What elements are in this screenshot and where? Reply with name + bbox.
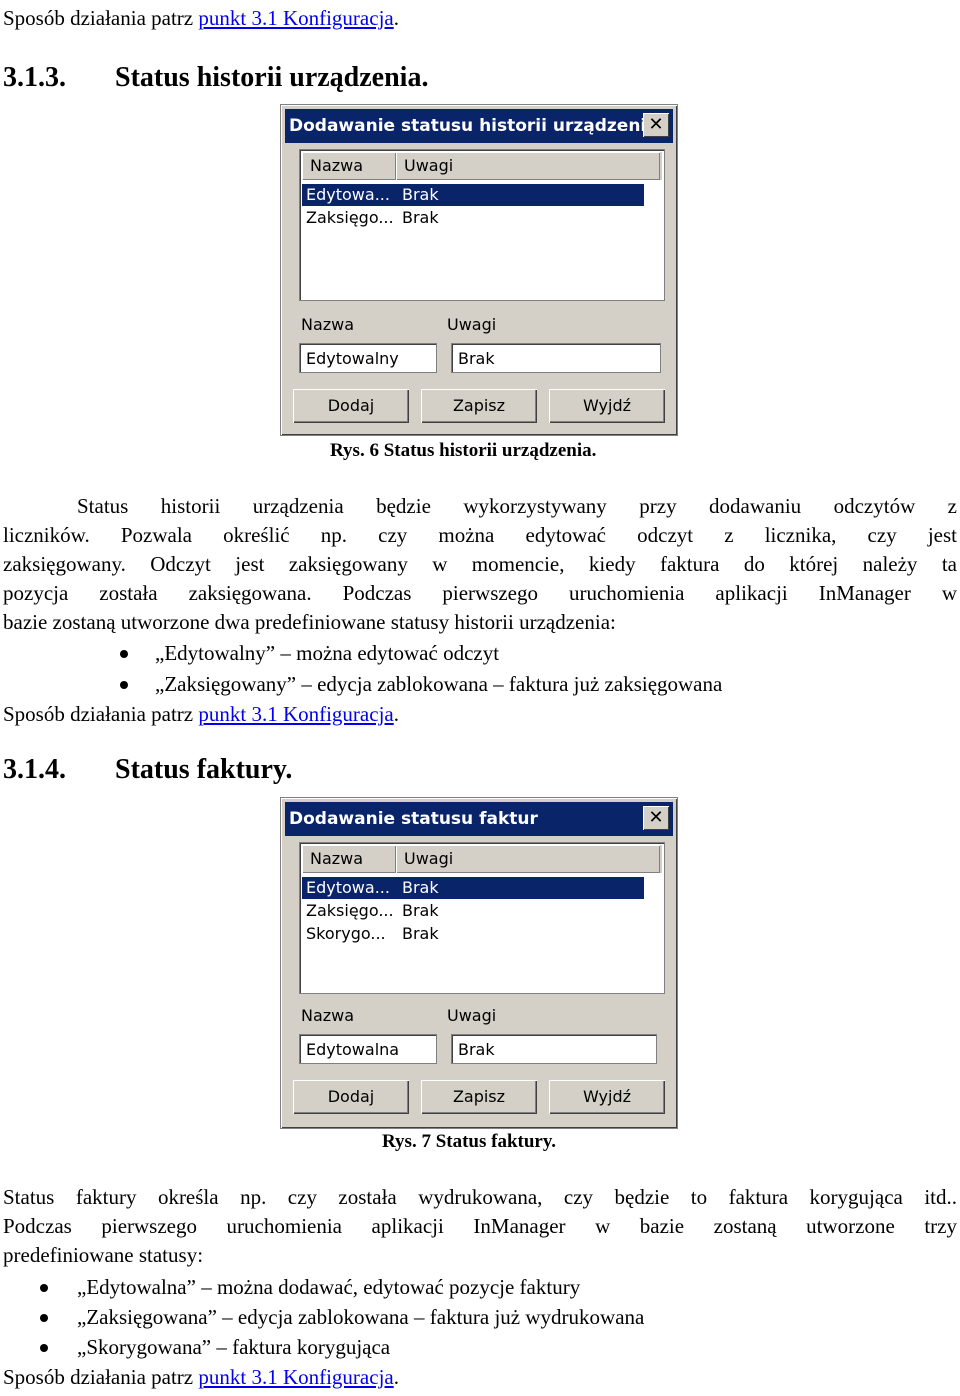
list-item[interactable]: Zaksięgo... Brak <box>302 207 644 229</box>
reference-line: Sposób działania patrz punkt 3.1 Konfigu… <box>3 702 399 726</box>
list-header: Nazwa Uwagi <box>302 845 662 873</box>
add-button[interactable]: Dodaj <box>293 1080 409 1114</box>
reference-line: Sposób działania patrz punkt 3.1 Konfigu… <box>3 6 399 30</box>
paragraph-line: Status faktury określa np. czy została w… <box>3 1185 957 1209</box>
item-note: Brak <box>402 185 439 204</box>
notes-field[interactable]: Brak <box>451 1034 657 1064</box>
add-button[interactable]: Dodaj <box>293 389 409 423</box>
list-item[interactable]: Edytowa... Brak <box>302 184 644 206</box>
column-header-name[interactable]: Nazwa <box>302 845 396 873</box>
paragraph-line: pozycja została zaksięgowana. Podczas pi… <box>3 581 957 605</box>
bullet-dot <box>40 1314 48 1322</box>
reference-end: . <box>393 702 399 726</box>
item-name: Edytowa... <box>306 185 390 204</box>
item-note: Brak <box>402 208 439 227</box>
bullet-item: „Edytowalna” – można dodawać, edytować p… <box>40 1275 581 1299</box>
dialog-title: Dodawanie statusu faktur <box>289 809 538 829</box>
notes-label: Uwagi <box>447 1006 497 1025</box>
bullet-text: „Skorygowana” – faktura korygująca <box>77 1335 391 1359</box>
item-name: Skorygo... <box>306 924 386 943</box>
list-item[interactable]: Zaksięgo... Brak <box>302 900 644 922</box>
dialog-titlebar: Dodawanie statusu faktur ✕ <box>285 802 673 836</box>
bullet-item: „Skorygowana” – faktura korygująca <box>40 1335 391 1359</box>
save-button[interactable]: Zapisz <box>421 1080 537 1114</box>
paragraph-line: Status historii urządzenia będzie wykorz… <box>77 494 957 518</box>
bullet-text: „Zaksięgowany” – edycja zablokowana – fa… <box>155 672 723 696</box>
dialog-invoice-status: Dodawanie statusu faktur ✕ Nazwa Uwagi E… <box>280 797 678 1129</box>
name-label: Nazwa <box>301 1006 355 1025</box>
item-note: Brak <box>402 924 439 943</box>
bullet-dot <box>120 681 128 689</box>
save-button[interactable]: Zapisz <box>421 389 537 423</box>
notes-field[interactable]: Brak <box>451 343 661 373</box>
close-icon: ✕ <box>648 807 664 828</box>
paragraph-line: liczników. Pozwala określić np. czy możn… <box>3 523 957 547</box>
figure-caption: Rys. 6 Status historii urządzenia. <box>330 440 597 461</box>
section-title: Status historii urządzenia. <box>115 62 429 93</box>
dialog-titlebar: Dodawanie statusu historii urządzenia ✕ <box>285 109 673 143</box>
section-title: Status faktury. <box>115 754 293 785</box>
bullet-item: „Zaksięgowany” – edycja zablokowana – fa… <box>120 672 723 696</box>
exit-button[interactable]: Wyjdź <box>549 389 665 423</box>
dialog-title: Dodawanie statusu historii urządzenia <box>289 116 658 136</box>
item-name: Zaksięgo... <box>306 208 394 227</box>
item-note: Brak <box>402 901 439 920</box>
paragraph-line: predefiniowane statusy: <box>3 1243 204 1267</box>
list-item[interactable]: Skorygo... Brak <box>302 923 644 945</box>
list-item[interactable]: Edytowa... Brak <box>302 877 644 899</box>
bullet-dot <box>40 1284 48 1292</box>
dialog-device-history-status: Dodawanie statusu historii urządzenia ✕ … <box>280 104 678 436</box>
exit-button[interactable]: Wyjdź <box>549 1080 665 1114</box>
name-label: Nazwa <box>301 315 355 334</box>
section-number: 3.1.3. <box>3 62 66 93</box>
column-header-notes[interactable]: Uwagi <box>396 152 660 180</box>
bullet-text: „Zaksięgowana” – edycja zablokowana – fa… <box>77 1305 645 1329</box>
paragraph-line: zaksięgowany. Odczyt jest zaksięgowany w… <box>3 552 957 576</box>
reference-end: . <box>393 1365 399 1389</box>
status-list[interactable]: Nazwa Uwagi Edytowa... Brak Zaksięgo... … <box>299 149 665 301</box>
reference-end: . <box>393 6 399 30</box>
reference-text: Sposób działania patrz <box>3 702 199 726</box>
item-name: Zaksięgo... <box>306 901 394 920</box>
close-button[interactable]: ✕ <box>643 113 669 137</box>
section-heading: 3.1.3. Status historii urządzenia. <box>3 62 428 94</box>
bullet-text: „Edytowalny” – można edytować odczyt <box>155 641 500 665</box>
reference-link[interactable]: punkt 3.1 Konfiguracja <box>198 6 393 30</box>
bullet-text: „Edytowalna” – można dodawać, edytować p… <box>77 1275 581 1299</box>
item-name: Edytowa... <box>306 878 390 897</box>
list-header: Nazwa Uwagi <box>302 152 662 180</box>
paragraph-line: bazie zostaną utworzone dwa predefiniowa… <box>3 610 616 634</box>
reference-link[interactable]: punkt 3.1 Konfiguracja <box>198 702 393 726</box>
close-button[interactable]: ✕ <box>643 806 669 830</box>
item-note: Brak <box>402 878 439 897</box>
bullet-item: „Edytowalny” – można edytować odczyt <box>120 641 500 665</box>
bullet-dot <box>120 650 128 658</box>
column-header-name[interactable]: Nazwa <box>302 152 396 180</box>
name-field[interactable]: Edytowalny <box>299 343 437 373</box>
figure-caption: Rys. 7 Status faktury. <box>382 1131 557 1152</box>
reference-line: Sposób działania patrz punkt 3.1 Konfigu… <box>3 1365 399 1389</box>
reference-text: Sposób działania patrz <box>3 6 199 30</box>
bullet-item: „Zaksięgowana” – edycja zablokowana – fa… <box>40 1305 645 1329</box>
notes-label: Uwagi <box>447 315 497 334</box>
name-field[interactable]: Edytowalna <box>299 1034 437 1064</box>
bullet-dot <box>40 1344 48 1352</box>
section-heading: 3.1.4. Status faktury. <box>3 754 292 786</box>
status-list[interactable]: Nazwa Uwagi Edytowa... Brak Zaksięgo... … <box>299 842 665 994</box>
reference-text: Sposób działania patrz <box>3 1365 199 1389</box>
close-icon: ✕ <box>648 114 664 135</box>
section-number: 3.1.4. <box>3 754 66 785</box>
reference-link[interactable]: punkt 3.1 Konfiguracja <box>198 1365 393 1389</box>
column-header-notes[interactable]: Uwagi <box>396 845 660 873</box>
paragraph-line: Podczas pierwszego uruchomienia aplikacj… <box>3 1214 957 1238</box>
